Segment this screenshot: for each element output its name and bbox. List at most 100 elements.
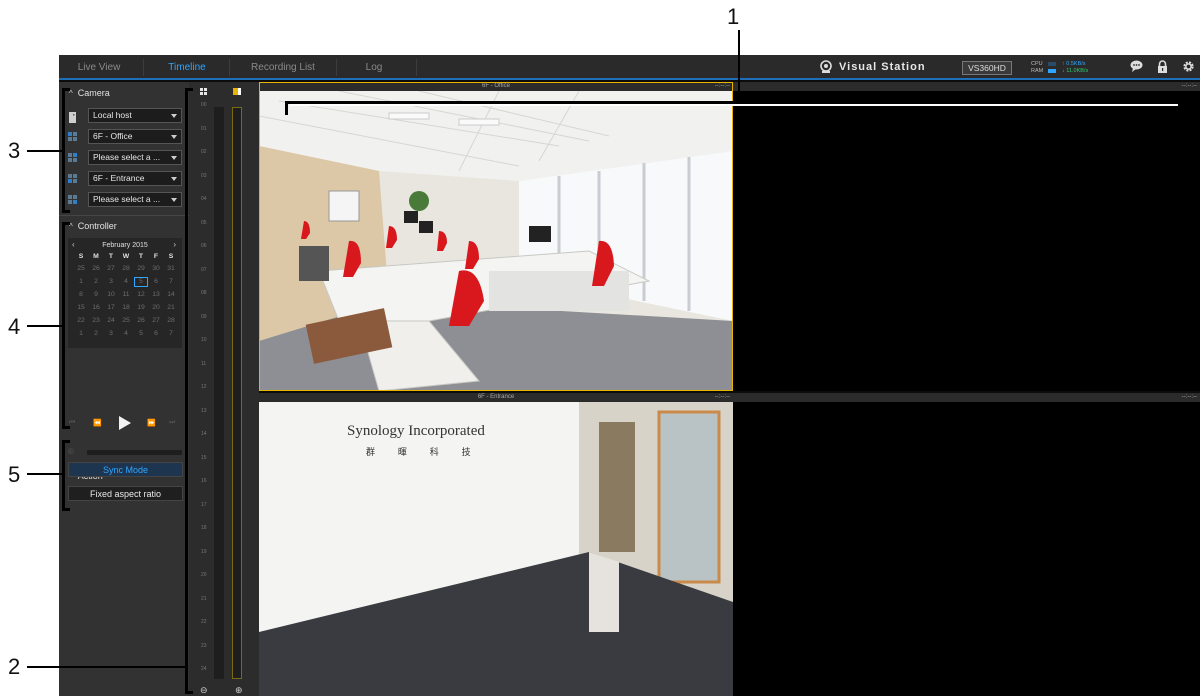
- calendar-day[interactable]: 24: [104, 316, 118, 326]
- timeline-track[interactable]: [214, 107, 224, 679]
- section-divider: [59, 215, 189, 216]
- calendar-day[interactable]: 2: [89, 329, 103, 339]
- calendar-month: February 2015: [102, 242, 148, 249]
- grid-position-icon: [68, 131, 79, 142]
- timeline-hour-label: 12: [201, 384, 207, 390]
- calendar-day[interactable]: 29: [134, 264, 148, 274]
- video-tile-entrance[interactable]: 6F - Entrance --:--:-- Synology Incorpor…: [259, 393, 733, 696]
- skip-end-icon[interactable]: ⏭: [169, 419, 175, 427]
- host-select[interactable]: Local host: [88, 108, 182, 123]
- download-rate: ↓ 11.0KB/s: [1062, 68, 1089, 74]
- video-tile-empty-1[interactable]: --:--:--: [733, 82, 1200, 391]
- calendar-day[interactable]: 18: [119, 303, 133, 313]
- tile-timestamp: --:--:--: [1181, 394, 1197, 400]
- calendar-day[interactable]: 10: [104, 290, 118, 300]
- play-icon[interactable]: [119, 416, 131, 430]
- sync-mode-button[interactable]: Sync Mode: [68, 462, 183, 477]
- timeline-hour-label: 03: [201, 172, 207, 179]
- step-forward-icon[interactable]: ⏩: [147, 419, 156, 427]
- calendar-day[interactable]: 12: [134, 290, 148, 300]
- model-badge: VS360HD: [962, 61, 1012, 75]
- calendar-day[interactable]: 15: [74, 303, 88, 313]
- calendar-day[interactable]: 14: [164, 290, 178, 300]
- controller-section-header[interactable]: ^ Controller: [69, 221, 117, 231]
- calendar-day[interactable]: 27: [149, 316, 163, 326]
- camera-select-value: Please select a ...: [93, 152, 161, 162]
- calendar-day[interactable]: 4: [119, 329, 133, 339]
- calendar-day[interactable]: 13: [149, 290, 163, 300]
- calendar-day[interactable]: 1: [74, 277, 88, 287]
- video-tile-empty-2[interactable]: --:--:--: [733, 393, 1200, 696]
- tile-header: 6F - Office --:--:--: [259, 82, 733, 91]
- calendar-day[interactable]: 3: [104, 329, 118, 339]
- calendar-day[interactable]: 19: [134, 303, 148, 313]
- calendar-day[interactable]: 8: [74, 290, 88, 300]
- calendar-day[interactable]: 28: [119, 264, 133, 274]
- camera-select-4[interactable]: Please select a ...: [88, 192, 182, 207]
- callout-5-bottom: [62, 508, 70, 511]
- camera-select-3[interactable]: 6F - Entrance: [88, 171, 182, 186]
- lock-icon[interactable]: [1157, 60, 1168, 76]
- calendar-day[interactable]: 23: [89, 316, 103, 326]
- fixed-aspect-ratio-button[interactable]: Fixed aspect ratio: [68, 486, 183, 501]
- tab-timeline[interactable]: Timeline: [147, 55, 227, 80]
- timeline-hour-label: 04: [201, 196, 207, 202]
- video-tile-office[interactable]: 6F - Office --:--:--: [259, 82, 733, 391]
- entrance-sign-text: Synology Incorporated: [347, 423, 485, 439]
- tab-live-view[interactable]: Live View: [59, 55, 139, 80]
- zoom-out-icon[interactable]: ⊖: [200, 685, 208, 696]
- callout-1-left-tick: [285, 101, 288, 115]
- gear-icon[interactable]: [1182, 60, 1195, 76]
- timeline-hour-label: 23: [201, 642, 207, 649]
- calendar-day[interactable]: 25: [74, 264, 88, 274]
- calendar-day[interactable]: 6: [149, 277, 163, 287]
- chat-icon[interactable]: [1130, 60, 1143, 75]
- calendar-day[interactable]: 30: [149, 264, 163, 274]
- calendar-day[interactable]: 7: [164, 277, 178, 287]
- calendar-day[interactable]: 3: [104, 277, 118, 287]
- chevron-left-icon[interactable]: ‹: [72, 240, 75, 249]
- cpu-meter: [1048, 62, 1056, 66]
- calendar-day[interactable]: 27: [104, 264, 118, 274]
- camera-select-2[interactable]: Please select a ...: [88, 150, 182, 165]
- callout-3: 3: [8, 138, 21, 163]
- zoom-in-icon[interactable]: ⊕: [235, 685, 243, 696]
- layout-grid-icon[interactable]: [200, 88, 208, 96]
- calendar-day[interactable]: 5: [134, 277, 148, 287]
- camera-section-header[interactable]: ^ Camera: [69, 88, 110, 98]
- host-row: Local host: [68, 108, 184, 123]
- calendar-day[interactable]: 6: [149, 329, 163, 339]
- calendar-weekday: F: [153, 253, 159, 260]
- calendar-day[interactable]: 4: [119, 277, 133, 287]
- calendar-day[interactable]: 25: [119, 316, 133, 326]
- calendar-day[interactable]: 2: [89, 277, 103, 287]
- calendar-day[interactable]: 16: [89, 303, 103, 313]
- calendar-day[interactable]: 28: [164, 316, 178, 326]
- camera-select-1[interactable]: 6F - Office: [88, 129, 182, 144]
- grid-position-icon: [68, 194, 79, 205]
- timeline-track-selected[interactable]: [232, 107, 242, 679]
- camera-slot-row: 6F - Entrance: [68, 171, 184, 186]
- calendar-day[interactable]: 17: [104, 303, 118, 313]
- tab-log[interactable]: Log: [339, 55, 409, 80]
- calendar-day[interactable]: 31: [164, 264, 178, 274]
- chevron-right-icon[interactable]: ›: [173, 240, 176, 249]
- calendar-day[interactable]: 1: [74, 329, 88, 339]
- step-back-icon[interactable]: ⏪: [93, 419, 102, 427]
- tab-recording-list[interactable]: Recording List: [233, 55, 333, 80]
- timeline-hour-label: 22: [201, 619, 207, 625]
- chevron-down-icon: [171, 114, 177, 118]
- timeline-hour-label: 09: [201, 313, 207, 320]
- calendar-day[interactable]: 11: [119, 290, 133, 300]
- calendar-day[interactable]: 26: [89, 264, 103, 274]
- calendar-day[interactable]: 21: [164, 303, 178, 313]
- calendar-day[interactable]: 7: [164, 329, 178, 339]
- zoom-slider[interactable]: [87, 450, 182, 455]
- calendar-day[interactable]: 9: [89, 290, 103, 300]
- calendar-day[interactable]: 20: [149, 303, 163, 313]
- calendar-weekday: M: [93, 253, 99, 260]
- callout-3-leader: [27, 150, 64, 152]
- calendar-day[interactable]: 5: [134, 329, 148, 339]
- calendar-day[interactable]: 22: [74, 316, 88, 326]
- calendar-day[interactable]: 26: [134, 316, 148, 326]
